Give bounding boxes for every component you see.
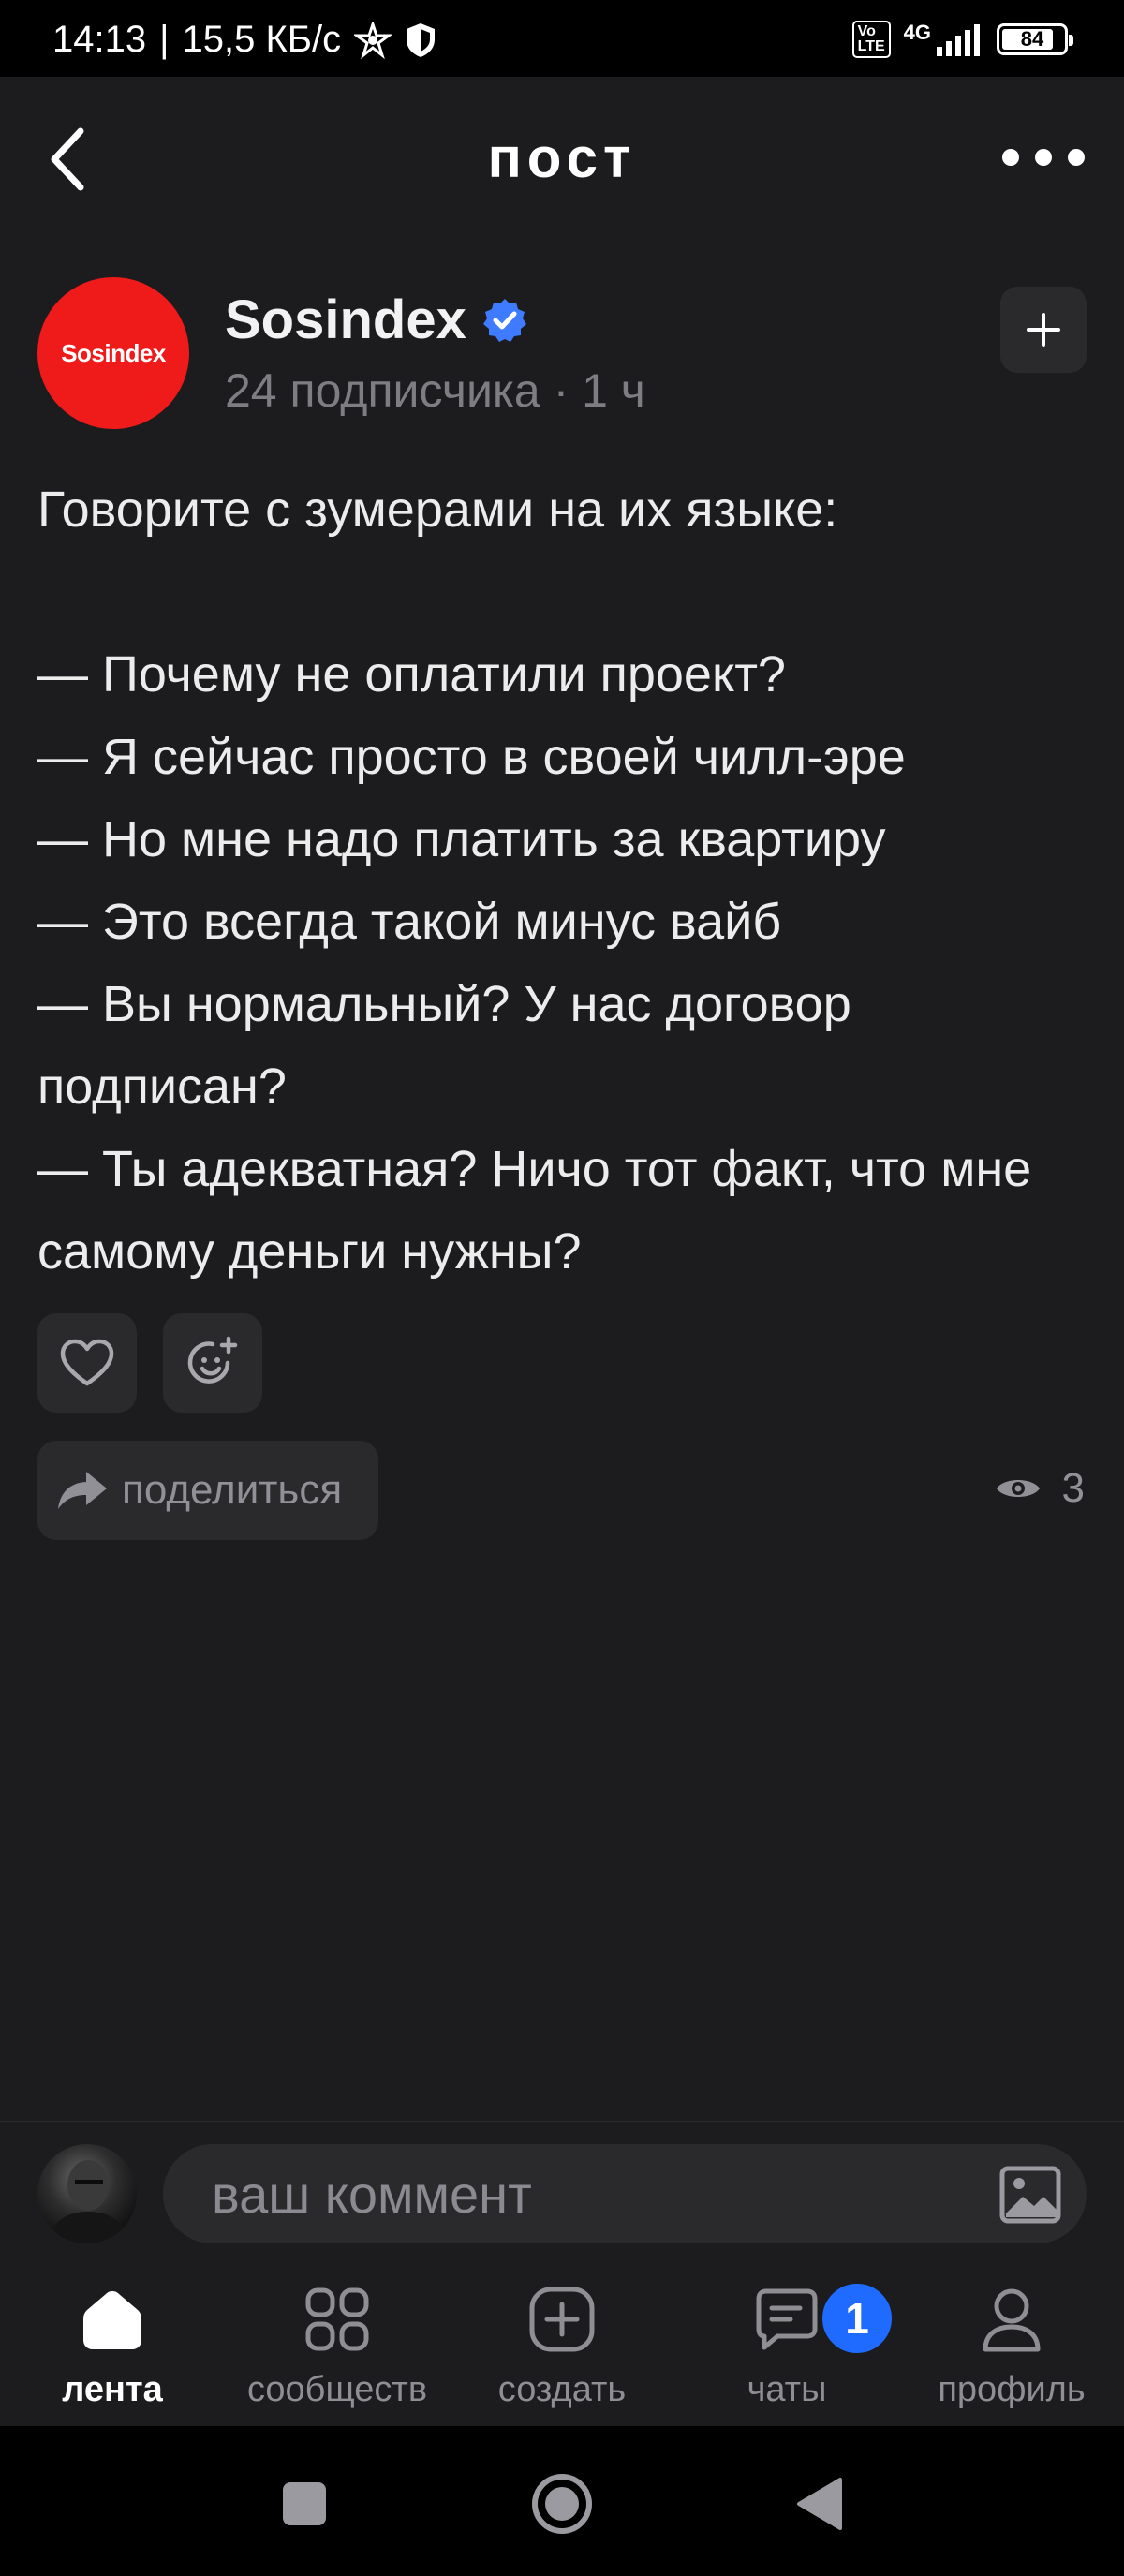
top-bar: пост: [0, 77, 1124, 242]
nav-item-chats[interactable]: чаты 1: [674, 2258, 899, 2426]
chat-icon: [756, 2288, 818, 2350]
post-time: 1 ч: [582, 364, 645, 417]
home-button[interactable]: [529, 2471, 595, 2537]
signal-icon: [937, 24, 980, 56]
heart-icon: [60, 1339, 114, 1386]
add-reaction-button[interactable]: [163, 1313, 262, 1413]
comment-bar: [0, 2121, 1124, 2258]
grid-icon: [305, 2287, 369, 2351]
bottom-nav: лента сообществ создать чаты 1 профиль: [0, 2258, 1124, 2426]
nav-item-create[interactable]: создать: [450, 2258, 674, 2426]
nav-item-communities[interactable]: сообществ: [225, 2258, 450, 2426]
more-dot: [1068, 149, 1085, 166]
shield-icon: [407, 22, 436, 57]
recents-button[interactable]: [272, 2471, 337, 2537]
author-avatar-text: Sosindex: [61, 338, 166, 367]
author-meta: 24 подписчика · 1 ч: [225, 363, 645, 418]
post-author: Sosindex Sosindex 24 подписчика · 1 ч: [37, 277, 1087, 431]
author-name: Sosindex: [225, 289, 466, 350]
status-bar: 14:13 | 15,5 КБ/с Vo LTE 4G 84: [0, 0, 1124, 77]
status-right: Vo LTE 4G 84: [851, 21, 1073, 58]
battery-icon: 84: [997, 23, 1073, 55]
meta-separator: ·: [540, 364, 583, 417]
eye-icon: [996, 1480, 1040, 1497]
more-dot: [1002, 149, 1019, 166]
user-icon: [983, 2288, 1041, 2352]
image-icon[interactable]: [998, 2163, 1062, 2227]
like-button[interactable]: [37, 1313, 137, 1413]
app-notification-icon: [354, 21, 392, 59]
status-left: 14:13 | 15,5 КБ/с: [52, 19, 436, 61]
follow-button[interactable]: [1000, 287, 1087, 373]
more-dot: [1035, 149, 1052, 166]
author-avatar[interactable]: Sosindex: [37, 277, 189, 429]
share-label: поделиться: [122, 1467, 343, 1513]
add-emoji-icon: [187, 1336, 238, 1384]
volte-badge: Vo LTE: [851, 21, 891, 58]
views-count: 3: [1061, 1465, 1085, 1511]
battery-level: 84: [1020, 27, 1044, 51]
share-button[interactable]: поделиться: [37, 1441, 378, 1540]
post-text: Говорите с зумерами на их языке: — Почем…: [37, 481, 1032, 1280]
reactions-row: [37, 1313, 262, 1413]
nav-label-profile: профиль: [938, 2370, 1086, 2409]
subscribers-count: 24 подписчика: [225, 364, 540, 417]
author-name-row[interactable]: Sosindex: [225, 289, 528, 351]
status-time: 14:13: [52, 19, 147, 60]
network-type: 4G: [903, 21, 931, 44]
comment-input[interactable]: [163, 2144, 1087, 2243]
nav-label-chats: чаты: [747, 2370, 827, 2409]
share-arrow-icon: [58, 1472, 107, 1509]
nav-label-feed: лента: [62, 2370, 163, 2409]
verified-badge-icon: [482, 298, 526, 342]
circle-icon: [532, 2474, 592, 2534]
page-title: пост: [487, 126, 637, 189]
plus-square-icon: [529, 2287, 595, 2352]
user-avatar[interactable]: [37, 2144, 137, 2243]
back-system-button[interactable]: [787, 2471, 852, 2537]
post-screen: пост Sosindex Sosindex 24 подписчика · 1…: [0, 77, 1124, 2426]
triangle-back-icon: [797, 2478, 842, 2530]
status-separator: |: [159, 19, 170, 60]
nav-label-create: создать: [497, 2370, 627, 2409]
more-options-button[interactable]: [997, 137, 1090, 178]
nav-item-feed[interactable]: лента: [0, 2258, 225, 2426]
nav-label-communities: сообществ: [246, 2370, 428, 2409]
user-photo: [47, 2160, 129, 2243]
home-icon: [83, 2291, 141, 2349]
unread-badge: 1: [819, 2280, 895, 2357]
plus-icon: [1027, 313, 1060, 347]
system-navigation-bar: [0, 2426, 1124, 2576]
square-icon: [283, 2482, 326, 2525]
views-counter: 3: [995, 1465, 1085, 1512]
status-speed: 15,5 КБ/с: [182, 19, 342, 60]
nav-item-profile[interactable]: профиль: [899, 2258, 1124, 2426]
